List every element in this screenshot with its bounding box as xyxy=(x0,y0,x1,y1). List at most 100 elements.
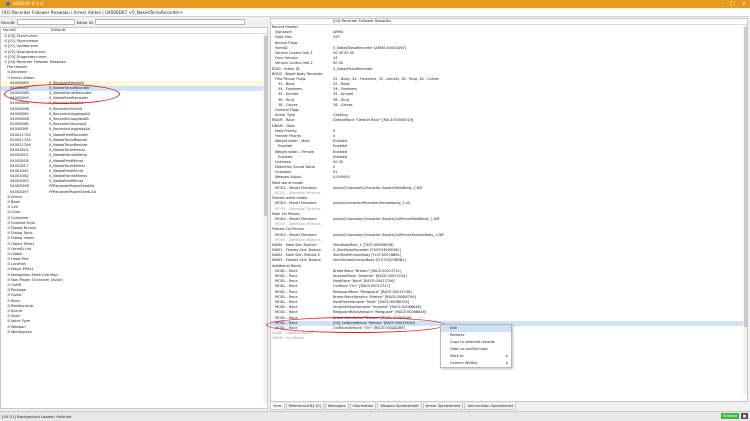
context-menu-item-label: Copy to selected records xyxy=(450,340,495,344)
tree-row-formid-text: Global xyxy=(11,251,23,256)
field-value: OrcRaceVampire "Orc" [RACE:000A82B9] xyxy=(333,325,405,330)
tree-row-formid-text: 04000D6F xyxy=(10,127,29,132)
field-value: Actors\Character\Character Assets\MaleBo… xyxy=(333,185,423,190)
tree-row-formid-text: 040028C7 xyxy=(10,163,29,168)
formid-search-label: FormID xyxy=(1,19,15,25)
tree-row-formid-text: 04000D6D xyxy=(10,117,30,121)
tree-scrollbar-thumb[interactable] xyxy=(263,36,267,216)
tree-row-formid-text: Book xyxy=(11,200,20,204)
tree-row-formid-text: Armor Addon xyxy=(11,75,35,80)
tree-row-formid-text: 04000D69 xyxy=(10,96,29,101)
tree-row-formid-text: Head Part xyxy=(11,257,29,262)
context-menu-item[interactable]: Copy to selected records xyxy=(441,339,511,346)
tree-row-formid-text: [01] Skyrimwave xyxy=(8,39,39,44)
bottom-tabs: View Referenced By (0) Messages Informat… xyxy=(270,403,748,410)
field-label: ONAM - Art Object xyxy=(272,336,304,341)
tree-row-formid-text: Activator xyxy=(11,70,28,75)
view-scrollbar[interactable] xyxy=(743,25,747,395)
window-title: SSEEdit 4.1.4 xyxy=(13,1,44,7)
field-value: Actors\Character\Character Assets\1stPer… xyxy=(333,232,445,237)
tree-row-formid-text: Worldspace xyxy=(11,329,32,334)
formid-search-input[interactable] xyxy=(16,19,75,25)
tree-row-formid-text: [03] Dragonborn.esm xyxy=(8,54,47,59)
tree-row-formid-text: 04002D62 xyxy=(10,174,29,179)
context-menu-item[interactable]: Hide no conflict rows xyxy=(441,346,511,353)
tree-row-formid-text: Container xyxy=(11,215,29,220)
tree-row[interactable]: ⊞Worldspace xyxy=(1,330,267,335)
field-value: 0_NakedTorsoRecorder xyxy=(333,66,373,71)
context-menu-item-label: Edit xyxy=(450,326,457,330)
tree-row-formid-text: 04002D96 xyxy=(10,184,29,189)
tree-row-formid-text: 04002D63 xyxy=(10,179,29,184)
field-value: 38 - Calves xyxy=(333,102,353,107)
tree-row-formid-text: Object Effect xyxy=(11,241,35,246)
tree-row-formid-text: Race xyxy=(11,298,20,303)
tree-row-formid-text: Magic Effect xyxy=(11,267,34,272)
tab-ammunition-spreadsheet[interactable]: Ammunition Spreadsheet xyxy=(464,403,517,410)
tree-row-formid-text: Dialog Branch xyxy=(11,225,37,230)
minimize-button[interactable]: – xyxy=(721,1,724,7)
field-value: Actors\character\Recorder\femalebody_1.n… xyxy=(333,201,411,206)
view-header-plugin: [04] Recorder Follower Reawaku xyxy=(333,19,392,23)
window-controls: – □ × xyxy=(721,1,746,7)
tree-row-formid-text: Spell xyxy=(11,314,20,319)
tree-row-formid-text: 04000D65 xyxy=(10,80,29,85)
view-header-blank xyxy=(271,19,331,24)
tab-view[interactable]: View xyxy=(270,403,285,410)
context-menu-item-label: Remove xyxy=(450,333,465,337)
tree-row-formid-text: Non-Player Character (Actor) xyxy=(11,277,63,282)
tab-referenced-by[interactable]: Referenced By (0) xyxy=(285,403,324,410)
formid-column-header[interactable]: FormID xyxy=(1,28,49,33)
tab-weapon-spreadsheet[interactable]: Weapon Spreadsheet xyxy=(377,403,422,410)
record-tree[interactable]: FormID EditorID ⊞[00] Skyrim.esm ⊞[01] Sk… xyxy=(0,27,268,409)
tree-row-formid-text: Outfit xyxy=(11,283,22,287)
context-menu-item[interactable]: Remove xyxy=(441,332,511,339)
tree-row-formid-text: 0400217A5 xyxy=(10,137,31,142)
close-button[interactable]: × xyxy=(742,1,746,7)
settings-icon[interactable]: ■ xyxy=(740,413,748,419)
field-value xyxy=(331,336,333,341)
tree-row-formid-text: Scene xyxy=(11,308,22,313)
tree-scrollbar[interactable] xyxy=(263,34,267,404)
tree-row-formid-text: Voice Type xyxy=(11,319,30,324)
finished-badge: Finished xyxy=(720,413,739,419)
context-menu-items: Edit Remove Copy to selected records Hide n… xyxy=(441,325,511,367)
submenu-arrow-icon: ▸ xyxy=(506,354,508,358)
tree-row-formid-text: 04000D6E xyxy=(10,122,29,127)
editorid-search-input[interactable] xyxy=(95,19,246,25)
status-badges: Finished ■ xyxy=(720,413,748,419)
maximize-button[interactable]: □ xyxy=(730,1,735,7)
tree-row-formid-text: Weapon xyxy=(11,324,26,329)
tab-armor-spreadsheet[interactable]: Armor Spreadsheet xyxy=(422,403,464,410)
status-text: [00:21] Background Loader: finished xyxy=(2,414,72,419)
tree-row-formid-text: [02] Dawnguard.esm xyxy=(8,49,46,54)
context-menu: Edit Remove Copy to selected records Hide n… xyxy=(440,324,512,368)
editorid-column-header[interactable]: EditorID xyxy=(49,28,65,33)
editorid-search-label: Editor ID xyxy=(76,19,94,25)
tree-rows: ⊞[00] Skyrim.esm ⊞[01] Skyrimwave ⊞[01] Up… xyxy=(1,34,267,335)
field-value: 0.000000 xyxy=(333,175,350,180)
tree-row-formid-text: Quest xyxy=(11,293,22,298)
tree-row-formid-text: 04000D6C xyxy=(10,111,29,116)
field-value: DefaultRace "Default Race" [RACE:0000001… xyxy=(333,118,414,123)
tree-row-formid-text: 040028C6 xyxy=(10,158,29,163)
tree-row-formid-text: Dialog Views xyxy=(11,236,34,241)
field-value: SkinFemaleHumanBody [FLST:00078BB2] xyxy=(333,258,406,263)
context-menu-item-label: Hide no conflict rows xyxy=(450,347,488,351)
context-menu-item[interactable]: Edit xyxy=(441,325,511,332)
field-value: Actors\Character\Character Assets\1stPer… xyxy=(333,216,440,221)
tree-row-formid-text: Combat Style xyxy=(11,220,36,225)
context-menu-item[interactable]: Mark to ▸ xyxy=(441,353,511,360)
view-scrollbar-thumb[interactable] xyxy=(743,27,747,327)
tree-row-formid-text: Armor xyxy=(11,194,23,199)
tab-messages[interactable]: Messages xyxy=(324,403,349,410)
tree-row-formid-text: [01] Update.esm xyxy=(8,44,39,49)
tree-row-formid-text: File Header xyxy=(7,65,28,70)
tree-row-formid-text: Dialog Topic xyxy=(11,231,33,236)
tab-information[interactable]: Information xyxy=(349,403,377,410)
context-menu-item-label: Mark to xyxy=(450,354,464,358)
tree-row-formid-text: Cell xyxy=(11,205,18,210)
tree-row-formid-text: 04000D67 xyxy=(10,85,29,90)
tree-row-formid-text: 0400217A4 xyxy=(10,132,31,137)
context-menu-item[interactable]: Column Widths ▸ xyxy=(441,360,511,367)
